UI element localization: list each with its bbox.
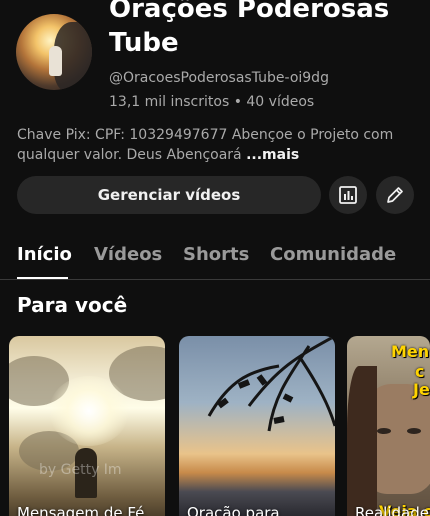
tree-branches — [207, 336, 335, 432]
overlay-text-top: Mens — [391, 342, 430, 361]
tab-comunidade[interactable]: Comunidade — [270, 244, 396, 265]
pencil-icon — [387, 187, 403, 203]
overlay-text-mid: c — [415, 362, 425, 381]
video-caption: Mensagem de Fé. — [17, 504, 150, 516]
overlay-text-low: Je — [413, 380, 430, 399]
analytics-icon — [339, 186, 357, 204]
channel-avatar[interactable] — [16, 14, 92, 90]
video-card-1[interactable]: by Getty Im Mensagem de Fé. — [9, 336, 165, 516]
section-title: Para você — [17, 293, 128, 317]
channel-title: Orações Poderosas Tube — [109, 0, 389, 60]
channel-title-line1: Orações Poderosas — [109, 0, 390, 24]
tab-shorts[interactable]: Shorts — [183, 244, 249, 265]
channel-title-line2: Tube — [109, 28, 179, 58]
manage-videos-button[interactable]: Gerenciar vídeos — [17, 176, 321, 214]
edit-button[interactable] — [376, 176, 414, 214]
analytics-button[interactable] — [329, 176, 367, 214]
video-caption: Realidade — [355, 504, 429, 516]
watermark: by Getty Im — [39, 462, 122, 478]
more-link[interactable]: ...mais — [246, 147, 299, 163]
video-card-2[interactable]: Oração para — [179, 336, 335, 516]
active-tab-indicator — [17, 277, 68, 279]
channel-description[interactable]: Chave Pix: CPF: 10329497677 Abençoe o Pr… — [17, 125, 417, 165]
channel-stats: 13,1 mil inscritos • 40 vídeos — [109, 94, 315, 110]
channel-tabs: Início Vídeos Shorts Comunidade — [0, 240, 430, 280]
channel-handle: @OracoesPoderosasTube-oi9dg — [109, 70, 329, 86]
tab-inicio[interactable]: Início — [17, 244, 72, 265]
video-caption: Oração para — [187, 504, 280, 516]
video-card-3[interactable]: Mens c Je Veja o Realidade — [347, 336, 430, 516]
description-text: Chave Pix: CPF: 10329497677 Abençoe o Pr… — [17, 127, 394, 163]
tab-videos[interactable]: Vídeos — [94, 244, 162, 265]
